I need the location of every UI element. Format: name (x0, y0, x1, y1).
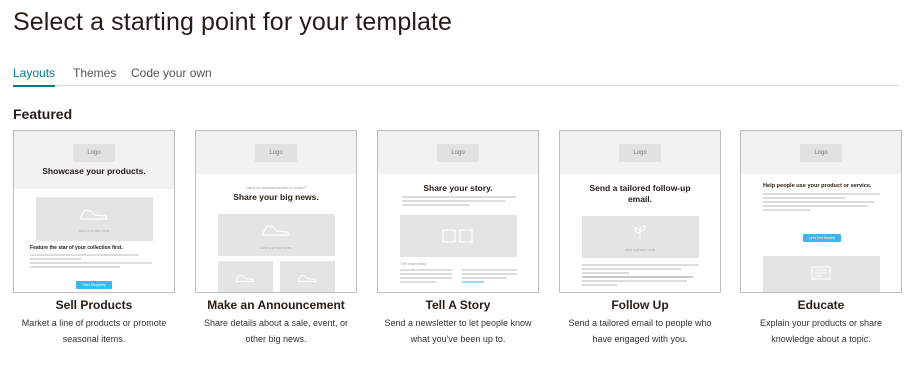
shoe-icon (235, 274, 255, 282)
template-card-sell-products[interactable]: Logo Showcase your products. Add a photo… (13, 130, 175, 347)
template-card-educate[interactable]: Logo Help people use your product or ser… (740, 130, 902, 347)
section-title-featured: Featured (13, 106, 73, 122)
thumb-logo: Logo (800, 144, 842, 162)
template-thumbnail: Logo Showcase your products. Add a photo… (13, 130, 175, 293)
card-description: Market a line of products or promote sea… (21, 318, 167, 344)
thumb-subheading: Feature the star of your collection firs… (30, 245, 123, 251)
thumb-photo-label: Add a photo here. (260, 245, 293, 250)
thumb-photo: Add a photo here. (36, 197, 153, 241)
thumb-photo: Add a photo here. (582, 216, 699, 258)
template-thumbnail: Logo Share your story. The main story (377, 130, 539, 293)
thumb-headline: Share your story. (423, 183, 493, 193)
template-card-tell-a-story[interactable]: Logo Share your story. The main story Te… (377, 130, 539, 347)
template-card-make-an-announcement[interactable]: Logo Have an announcement to make? Share… (195, 130, 357, 347)
card-title: Follow Up (611, 298, 669, 312)
thumb-kicker: Have an announcement to make? (245, 185, 307, 190)
thumb-button: Let's Get Started (803, 234, 841, 242)
thumb-headline: Showcase your products. (42, 166, 146, 176)
thumb-headline: Help people use your product or service. (763, 183, 872, 189)
card-title: Tell A Story (425, 298, 491, 312)
thumb-photo (763, 256, 880, 292)
thumb-photo: Add a photo here. (218, 214, 335, 256)
card-description: Send a newsletter to let people know wha… (384, 318, 532, 344)
image-icon (442, 229, 473, 243)
thumb-logo: Logo (73, 144, 115, 162)
shoe-icon (297, 274, 317, 282)
card-description: Send a tailored email to people who have… (568, 318, 712, 344)
tab-themes[interactable]: Themes (73, 66, 116, 86)
thumb-caption: The main story (400, 261, 427, 266)
tab-code-your-own[interactable]: Code your own (131, 66, 212, 86)
thumb-headline: Send a tailored follow-up email. (589, 183, 691, 204)
page-title: Select a starting point for your templat… (13, 8, 453, 36)
card-description: Share details about a sale, event, or ot… (203, 318, 349, 344)
template-thumbnail: Logo Help people use your product or ser… (740, 130, 902, 293)
thumb-logo: Logo (255, 144, 297, 162)
thumb-headline: Share your big news. (233, 192, 319, 202)
thumb-logo: Logo (619, 144, 661, 162)
template-card-follow-up[interactable]: Logo Send a tailored follow-up email. Ad… (559, 130, 721, 347)
thumb-photo (400, 215, 517, 257)
shoe-icon (262, 225, 290, 236)
thumb-logo: Logo (437, 144, 479, 162)
tab-layouts[interactable]: Layouts (13, 66, 56, 87)
document-icon (811, 266, 831, 280)
template-thumbnail: Logo Have an announcement to make? Share… (195, 130, 357, 293)
thumb-photo-label: Add a photo here. (78, 228, 111, 233)
thumb-photo-label: Add a photo here. (624, 247, 657, 252)
card-title: Educate (797, 298, 845, 312)
shoe-icon (80, 209, 108, 220)
template-thumbnail: Logo Send a tailored follow-up email. Ad… (559, 130, 721, 293)
plant-icon (634, 225, 646, 239)
thumb-button: Start Shopping (76, 281, 112, 289)
card-description: Explain your products or share knowledge… (759, 318, 883, 344)
card-title: Make an Announcement (207, 298, 345, 312)
card-title: Sell Products (55, 298, 133, 312)
template-tabs: Layouts Themes Code your own (13, 66, 899, 87)
